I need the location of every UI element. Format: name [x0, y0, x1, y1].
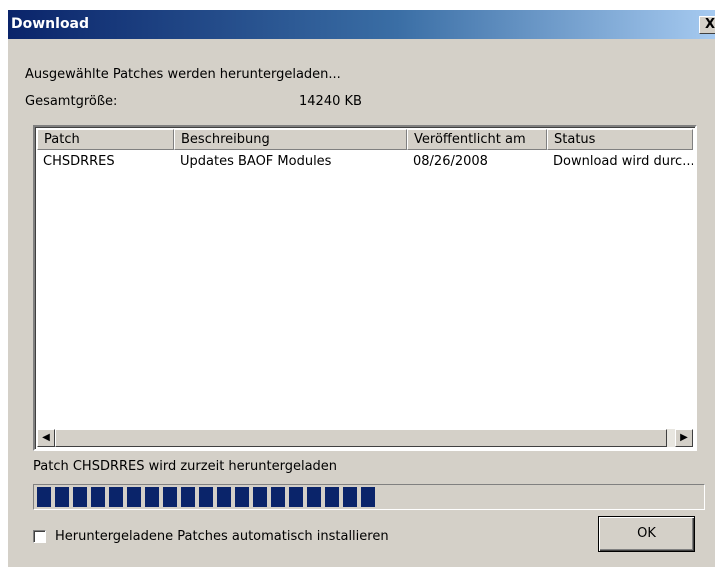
- horizontal-scrollbar[interactable]: ◀ ▶: [37, 429, 693, 447]
- window-title: Download: [11, 16, 90, 32]
- ok-button[interactable]: OK: [598, 516, 695, 552]
- scroll-left-icon[interactable]: ◀: [37, 429, 55, 447]
- cell-description: Updates BAOF Modules: [180, 154, 332, 169]
- total-size-label: Gesamtgröße:: [25, 94, 118, 109]
- download-dialog: Download X Ausgewählte Patches werden he…: [8, 10, 715, 567]
- column-header-description[interactable]: Beschreibung: [174, 129, 407, 150]
- scroll-right-icon[interactable]: ▶: [675, 429, 693, 447]
- status-text: Patch CHSDRRES wird zurzeit heruntergela…: [33, 459, 338, 474]
- column-header-status[interactable]: Status: [547, 129, 693, 150]
- column-header-patch[interactable]: Patch: [37, 129, 174, 150]
- title-bar[interactable]: Download X: [8, 10, 715, 39]
- auto-install-label[interactable]: Heruntergeladene Patches automatisch ins…: [55, 529, 389, 544]
- total-size-value: 14240 KB: [299, 94, 362, 109]
- cell-patch: CHSDRRES: [43, 154, 115, 169]
- column-header-published[interactable]: Veröffentlicht am: [407, 129, 547, 150]
- cell-status: Download wird durc...: [553, 154, 693, 169]
- cell-published: 08/26/2008: [413, 154, 488, 169]
- close-button[interactable]: X: [699, 16, 715, 34]
- progress-fill: [37, 487, 376, 507]
- auto-install-checkbox[interactable]: [33, 530, 46, 543]
- patch-list[interactable]: Patch Beschreibung Veröffentlicht am Sta…: [33, 125, 697, 451]
- scroll-thumb[interactable]: [55, 429, 667, 447]
- download-progress-bar: [33, 484, 705, 510]
- download-message: Ausgewählte Patches werden heruntergelad…: [25, 67, 341, 82]
